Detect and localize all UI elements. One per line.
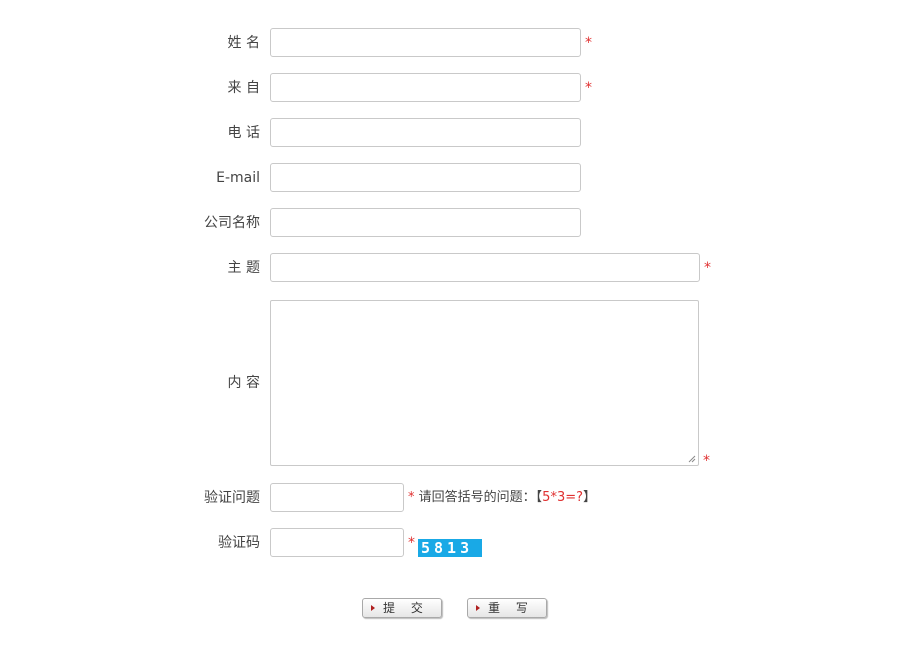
- captcha-label: 验证码: [218, 535, 260, 551]
- arrow-right-icon: [371, 605, 375, 611]
- question-hint-text: 请回答括号的问题：: [418, 490, 536, 505]
- question-input[interactable]: [270, 483, 404, 512]
- question-label: 验证问题: [204, 490, 260, 506]
- captcha-input[interactable]: [270, 528, 404, 557]
- question-required-mark: *: [408, 490, 415, 505]
- name-input[interactable]: [270, 28, 581, 57]
- question-text: 5*3=?: [542, 490, 584, 505]
- question-hint: * 请回答括号的问题：【5*3=?】: [408, 490, 596, 506]
- from-label: 来 自: [227, 80, 260, 96]
- submit-button-label: 提 交: [383, 601, 429, 615]
- content-textarea[interactable]: [270, 300, 699, 466]
- captcha-image[interactable]: 5813: [418, 539, 482, 557]
- content-label: 内 容: [227, 375, 260, 391]
- phone-input[interactable]: [270, 118, 581, 147]
- from-required-mark: *: [585, 80, 592, 96]
- submit-button[interactable]: 提 交: [362, 598, 442, 618]
- resize-grip-icon[interactable]: [688, 455, 696, 463]
- arrow-right-icon: [476, 605, 480, 611]
- name-label: 姓 名: [227, 35, 260, 51]
- company-input[interactable]: [270, 208, 581, 237]
- content-required-mark: *: [703, 453, 710, 469]
- question-bracket-close: 】: [583, 490, 597, 505]
- company-label: 公司名称: [204, 215, 260, 231]
- from-input[interactable]: [270, 73, 581, 102]
- reset-button[interactable]: 重 写: [467, 598, 547, 618]
- email-input[interactable]: [270, 163, 581, 192]
- email-label: E-mail: [216, 170, 260, 186]
- captcha-required-mark: *: [408, 535, 415, 551]
- subject-label: 主 题: [227, 260, 260, 276]
- phone-label: 电 话: [227, 125, 260, 141]
- subject-required-mark: *: [704, 260, 711, 276]
- subject-input[interactable]: [270, 253, 700, 282]
- reset-button-label: 重 写: [488, 601, 534, 615]
- name-required-mark: *: [585, 35, 592, 51]
